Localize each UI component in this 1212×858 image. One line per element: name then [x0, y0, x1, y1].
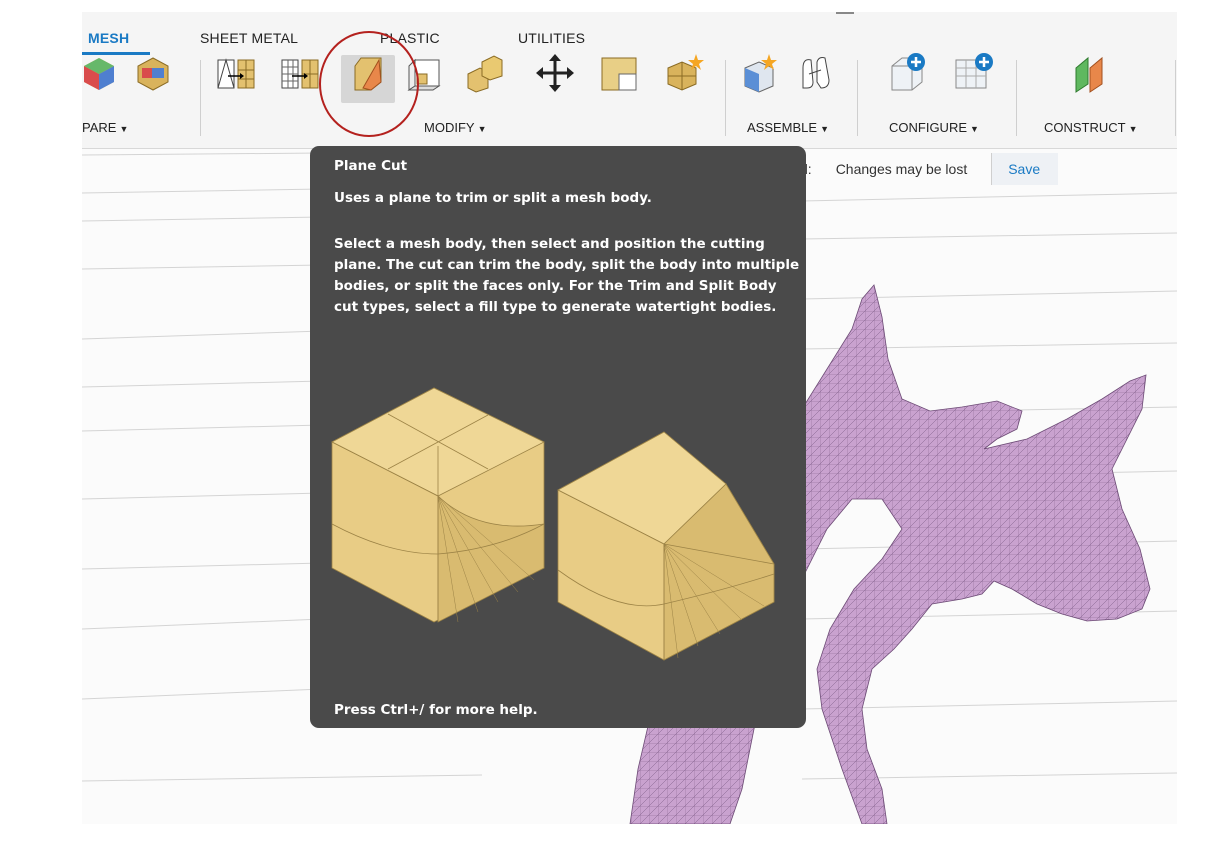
window-drag-handle[interactable]: [836, 12, 854, 14]
configure-label-text: CONFIGURE: [889, 120, 967, 135]
caret-down-icon: ▼: [119, 124, 129, 134]
annotation-circle: [319, 31, 419, 137]
prepare-label-text: PARE: [82, 120, 117, 135]
tooltip-title: Plane Cut: [334, 158, 408, 174]
caret-down-icon: ▼: [970, 124, 979, 134]
configure-design-icon[interactable]: [888, 52, 930, 94]
generate-face-groups-icon[interactable]: [82, 52, 120, 94]
combine-face-groups-icon[interactable]: [132, 52, 174, 94]
caret-down-icon: ▼: [477, 124, 487, 134]
assemble-group-label[interactable]: ASSEMBLE ▼: [747, 120, 829, 135]
cut-box-illustration: [557, 431, 775, 661]
modify-group-label[interactable]: MODIFY ▼: [424, 120, 486, 135]
offset-plane-icon[interactable]: [1070, 52, 1112, 94]
ribbon-separator: [725, 60, 726, 136]
ribbon-separator: [1175, 60, 1176, 136]
repair-icon[interactable]: [662, 52, 704, 94]
ribbon-separator: [1016, 60, 1017, 136]
caret-down-icon: ▼: [1128, 124, 1138, 134]
construct-label-text: CONSTRUCT: [1044, 120, 1126, 135]
save-status-bar: d: Changes may be lost Save: [800, 153, 1059, 185]
tooltip-help-hint: Press Ctrl+/ for more help.: [334, 702, 538, 718]
configure-group-label[interactable]: CONFIGURE ▼: [889, 120, 979, 135]
align-icon[interactable]: [598, 52, 640, 94]
save-link[interactable]: Save: [992, 153, 1059, 185]
ribbon-separator: [200, 60, 201, 136]
tooltip-summary: Uses a plane to trim or split a mesh bod…: [334, 190, 652, 206]
tab-mesh[interactable]: MESH: [88, 30, 129, 46]
tooltip-description: Select a mesh body, then select and posi…: [334, 236, 800, 315]
move-copy-icon[interactable]: [534, 52, 576, 94]
plane-cut-preview-illustration: [331, 387, 775, 661]
prepare-group-label[interactable]: PARE ▼: [82, 120, 128, 135]
uncut-box-illustration: [331, 387, 545, 623]
new-component-icon[interactable]: [739, 52, 781, 94]
combine-icon[interactable]: [464, 52, 506, 94]
plane-cut-tooltip: Plane Cut Uses a plane to trim or split …: [310, 146, 806, 728]
assemble-label-text: ASSEMBLE: [747, 120, 818, 135]
modify-label-text: MODIFY: [424, 120, 475, 135]
construct-group-label[interactable]: CONSTRUCT ▼: [1044, 120, 1138, 135]
remesh-icon[interactable]: [214, 52, 256, 94]
reduce-icon[interactable]: [278, 52, 320, 94]
ribbon-toolbar: MESH SHEET METAL PLASTIC UTILITIES PARE ▼: [82, 12, 1177, 149]
ribbon-separator: [857, 60, 858, 136]
joint-icon[interactable]: [795, 52, 837, 94]
tab-sheet-metal[interactable]: SHEET METAL: [200, 30, 298, 46]
tab-utilities[interactable]: UTILITIES: [518, 30, 585, 46]
unsaved-changes-message: Changes may be lost: [836, 153, 993, 185]
configure-table-icon[interactable]: [952, 52, 994, 94]
caret-down-icon: ▼: [820, 124, 830, 134]
